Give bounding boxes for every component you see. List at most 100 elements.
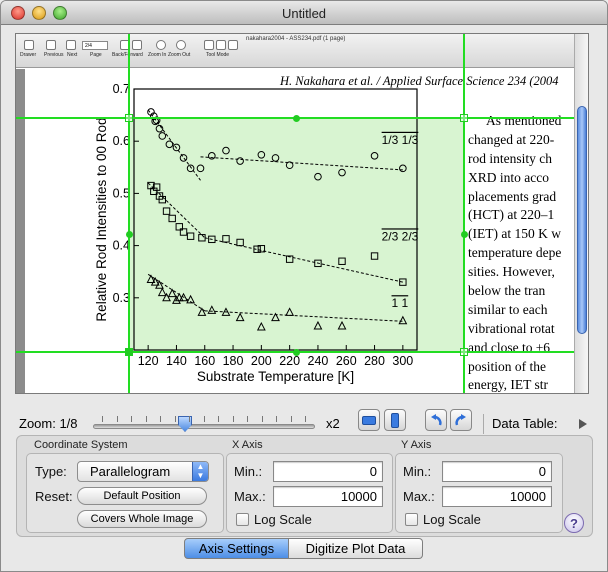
x-tick-label: 240: [308, 354, 329, 368]
app-window: Untitled nakahara2004 - ASS234.pdf (1 pa…: [0, 0, 608, 572]
image-viewer[interactable]: nakahara2004 - ASS234.pdf (1 page) 2/4 D…: [15, 33, 589, 394]
data-point: [398, 315, 408, 325]
x-min-label: Min.:: [234, 464, 263, 479]
slider-tick: [261, 416, 263, 422]
x-max-field[interactable]: 10000: [273, 486, 383, 507]
data-point: [207, 305, 217, 314]
x-log-scale-label: Log Scale: [254, 512, 312, 527]
rotate-left-button[interactable]: [425, 409, 447, 431]
fit-width-button[interactable]: [358, 409, 380, 431]
y-max-label: Max.:: [403, 489, 435, 504]
coordinate-system-title: Coordinate System: [34, 439, 128, 451]
x-tick-label: 220: [279, 354, 300, 368]
scroll-thumb[interactable]: [577, 106, 587, 334]
fit-line: [147, 273, 206, 312]
covers-whole-image-button[interactable]: Covers Whole Image: [77, 510, 207, 528]
zoom-toolbar: Zoom: 1/8 x2 Data Table:: [1, 406, 607, 434]
data-point: [186, 164, 195, 173]
slider-tick: [102, 416, 103, 422]
type-popup[interactable]: Parallelogram ▲ ▼: [77, 461, 209, 482]
data-point: [370, 152, 379, 160]
type-label: Type:: [35, 464, 67, 479]
right-axis-guide[interactable]: [463, 34, 465, 393]
data-point: [285, 161, 294, 170]
slider-tick: [218, 416, 219, 422]
slider-tick: [305, 416, 306, 422]
data-point: [168, 214, 176, 223]
data-point: [337, 320, 347, 330]
y-axis-title: Y Axis: [401, 439, 432, 451]
x-tick-label: 180: [223, 354, 244, 368]
data-point: [285, 307, 295, 316]
help-button[interactable]: ?: [564, 513, 584, 533]
fit-width-icon: [362, 415, 376, 425]
handle-top-mid[interactable]: [293, 115, 300, 122]
x-tick-label: 300: [392, 354, 413, 368]
fit-height-button[interactable]: [384, 409, 406, 431]
default-position-button[interactable]: Default Position: [77, 487, 207, 505]
zoom-slider[interactable]: [93, 416, 315, 432]
tab-axis-settings[interactable]: Axis Settings: [184, 538, 289, 559]
axis-settings-panel: Coordinate System Type: Parallelogram ▲ ▼…: [16, 435, 593, 537]
handle-bottom-mid[interactable]: [293, 349, 300, 356]
handle-left-mid[interactable]: [126, 231, 133, 238]
data-point: [196, 164, 205, 173]
slider-tick: [174, 416, 176, 422]
zoom-label: Zoom: 1/8: [19, 416, 78, 431]
data-point: [157, 287, 167, 297]
data-point: [235, 312, 245, 322]
x-min-field[interactable]: 0: [273, 461, 383, 482]
data-point: [313, 320, 323, 330]
slider-tick: [116, 416, 118, 422]
reset-label: Reset:: [35, 489, 73, 504]
x-axis-group: Min.: 0 Max.: 10000 Log Scale: [226, 453, 393, 533]
x-axis-title: X Axis: [232, 439, 263, 451]
rotate-right-button[interactable]: [450, 409, 472, 431]
data-point: [222, 146, 230, 155]
data-point: [236, 238, 244, 247]
data-point: [399, 164, 407, 173]
rotate-left-icon: [431, 414, 442, 426]
x-log-scale-checkbox[interactable]: [236, 513, 249, 526]
data-point: [162, 207, 171, 215]
x-tick-label: 200: [251, 354, 272, 368]
series-label: 1/3 1/3: [382, 133, 419, 147]
data-point: [155, 124, 164, 133]
tab-digitize-plot-data[interactable]: Digitize Plot Data: [289, 538, 423, 559]
left-axis-guide[interactable]: [128, 34, 130, 393]
zoom-max-label: x2: [326, 416, 340, 431]
toolbar-divider: [483, 414, 484, 434]
handle-bottom-right[interactable]: [460, 348, 468, 356]
y-axis-label: Relative Rod Intensities to 00 Rod: [94, 117, 109, 321]
window-title: Untitled: [281, 6, 327, 21]
y-min-label: Min.:: [403, 464, 432, 479]
data-point: [338, 168, 346, 177]
data-point: [271, 154, 280, 162]
fit-line: [204, 237, 403, 283]
slider-tick: [232, 416, 234, 422]
data-point: [197, 307, 207, 316]
data-point: [208, 152, 216, 160]
disclosure-triangle-icon[interactable]: [579, 419, 587, 429]
handle-top-left[interactable]: [125, 114, 133, 122]
y-max-field[interactable]: 10000: [442, 486, 552, 507]
coordinate-system-group: Type: Parallelogram ▲ ▼ Reset: Default Po…: [26, 453, 224, 533]
data-point: [271, 312, 280, 322]
handle-right-mid[interactable]: [461, 231, 468, 238]
slider-tick: [160, 416, 161, 422]
data-point: [179, 154, 188, 162]
y-log-scale-label: Log Scale: [423, 512, 481, 527]
vertical-scrollbar[interactable]: [574, 34, 588, 393]
data-point: [167, 288, 177, 298]
handle-top-right[interactable]: [460, 114, 468, 122]
y-log-scale-checkbox[interactable]: [405, 513, 418, 526]
data-point: [256, 321, 266, 331]
x-axis-label: Substrate Temperature [K]: [197, 369, 354, 384]
plot-frame: [133, 88, 418, 351]
y-min-field[interactable]: 0: [442, 461, 552, 482]
data-point: [338, 257, 346, 265]
slider-tick: [203, 416, 205, 422]
handle-origin[interactable]: [125, 348, 133, 356]
data-point: [222, 235, 230, 243]
x-tick-label: 140: [166, 354, 187, 368]
